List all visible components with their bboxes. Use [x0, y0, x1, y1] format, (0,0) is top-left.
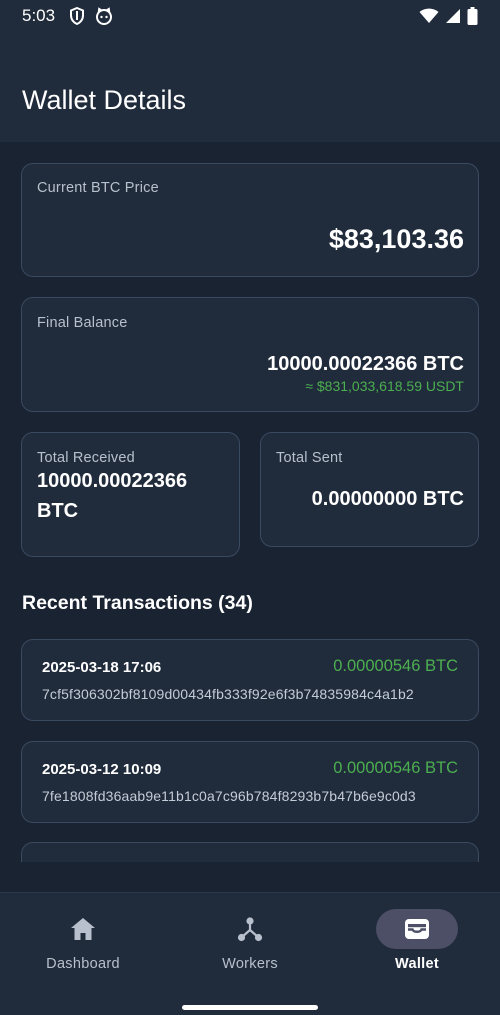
final-balance-value: 10000.00022366 BTC	[267, 353, 464, 375]
total-received-label: Total Received	[37, 450, 135, 466]
nav-item-workers[interactable]: Workers	[167, 893, 333, 993]
nav-label-workers: Workers	[222, 956, 278, 972]
recent-transactions-title: Recent Transactions (34)	[22, 592, 253, 614]
transaction-item[interactable]: 2025-03-12 10:09 0.00000546 BTC 7fe1808f…	[21, 741, 479, 823]
btc-price-card: Current BTC Price $83,103.36	[21, 163, 479, 277]
shield-icon	[70, 7, 85, 25]
btc-price-label: Current BTC Price	[37, 180, 159, 196]
total-received-card: Total Received 10000.00022366 BTC	[21, 432, 240, 557]
network-icon	[237, 917, 263, 942]
nav-active-indicator	[376, 909, 458, 949]
nav-item-wallet[interactable]: Wallet	[334, 893, 500, 993]
nav-item-dashboard[interactable]: Dashboard	[0, 893, 166, 993]
battery-icon	[467, 7, 478, 25]
final-balance-card: Final Balance 10000.00022366 BTC ≈ $831,…	[21, 297, 479, 412]
wallet-icon	[405, 919, 429, 939]
app-bar: Wallet Details	[0, 32, 500, 142]
transaction-date: 2025-03-18 17:06	[42, 659, 162, 676]
total-received-value: 10000.00022366 BTC	[37, 470, 188, 522]
wifi-icon	[419, 8, 439, 23]
cat-face-icon	[96, 7, 113, 25]
final-balance-usdt: ≈ $831,033,618.59 USDT	[305, 378, 464, 394]
status-time: 5:03	[22, 6, 56, 25]
total-sent-card: Total Sent 0.00000000 BTC	[260, 432, 479, 547]
total-sent-value: 0.00000000 BTC	[311, 488, 464, 510]
btc-price-value: $83,103.36	[328, 224, 464, 254]
status-bar: 5:03	[0, 0, 500, 32]
home-indicator[interactable]	[182, 1005, 318, 1010]
nav-label-wallet: Wallet	[395, 956, 439, 972]
nav-label-dashboard: Dashboard	[46, 956, 120, 972]
home-icon	[71, 918, 95, 940]
transaction-item-partial[interactable]	[21, 842, 479, 862]
transaction-amount: 0.00000546 BTC	[333, 657, 458, 675]
page-title: Wallet Details	[22, 85, 187, 115]
transaction-item[interactable]: 2025-03-18 17:06 0.00000546 BTC 7cf5f306…	[21, 639, 479, 721]
total-sent-label: Total Sent	[276, 450, 343, 466]
wallet-content[interactable]: Current BTC Price $83,103.36 Final Balan…	[0, 142, 500, 862]
bottom-navigation: Dashboard Workers Wallet	[0, 892, 500, 1015]
final-balance-label: Final Balance	[37, 315, 128, 331]
transaction-hash: 7cf5f306302bf8109d00434fb333f92e6f3b7483…	[42, 686, 414, 702]
signal-icon	[446, 9, 460, 23]
transaction-date: 2025-03-12 10:09	[42, 761, 162, 778]
transaction-hash: 7fe1808fd36aab9e11b1c0a7c96b784f8293b7b4…	[42, 788, 416, 804]
transaction-amount: 0.00000546 BTC	[333, 759, 458, 777]
